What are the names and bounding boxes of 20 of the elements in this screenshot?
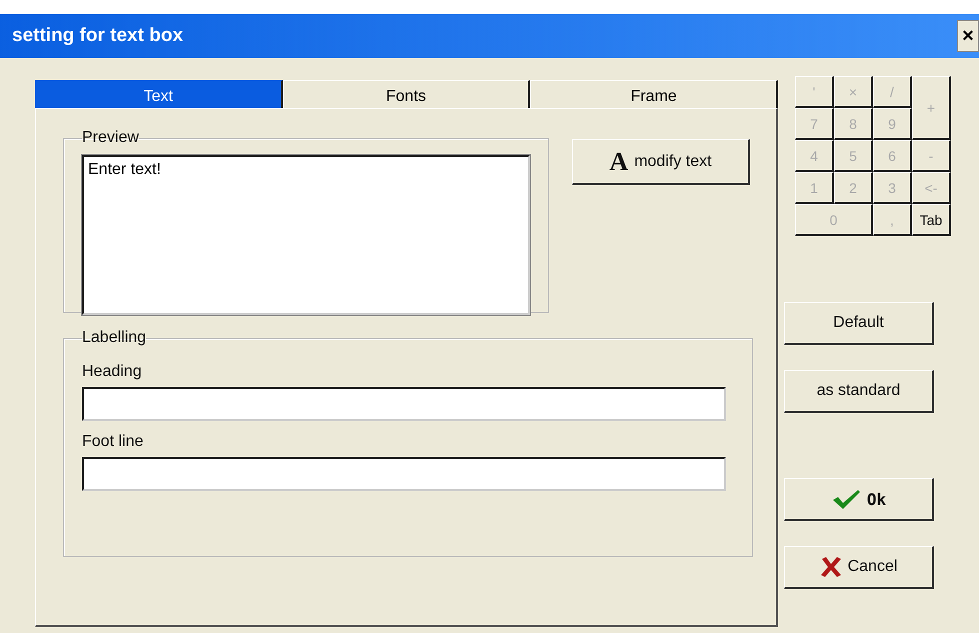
- field-label: Heading: [82, 363, 143, 381]
- input-field[interactable]: [82, 457, 726, 491]
- modify-text-button[interactable]: A modify text: [572, 139, 750, 185]
- cross-icon: [820, 556, 842, 578]
- tab[interactable]: Text: [35, 80, 283, 108]
- tab[interactable]: Fonts: [282, 80, 530, 108]
- window-title: setting for text box: [12, 25, 184, 47]
- close-button[interactable]: ×: [957, 20, 979, 52]
- keypad-key[interactable]: Tab: [912, 204, 951, 236]
- field-label: Foot line: [82, 433, 144, 451]
- preview-text-area[interactable]: Enter text!: [82, 155, 530, 315]
- cancel-button[interactable]: Cancel: [784, 546, 934, 589]
- group-label: Labelling: [82, 329, 146, 347]
- action-button[interactable]: as standard: [784, 370, 934, 413]
- check-icon: [830, 488, 861, 510]
- group-label: Preview: [82, 129, 139, 147]
- tab[interactable]: Frame: [530, 80, 778, 108]
- ok-button[interactable]: Ok: [784, 478, 934, 521]
- input-field[interactable]: [82, 387, 726, 421]
- action-button[interactable]: Default: [784, 302, 934, 345]
